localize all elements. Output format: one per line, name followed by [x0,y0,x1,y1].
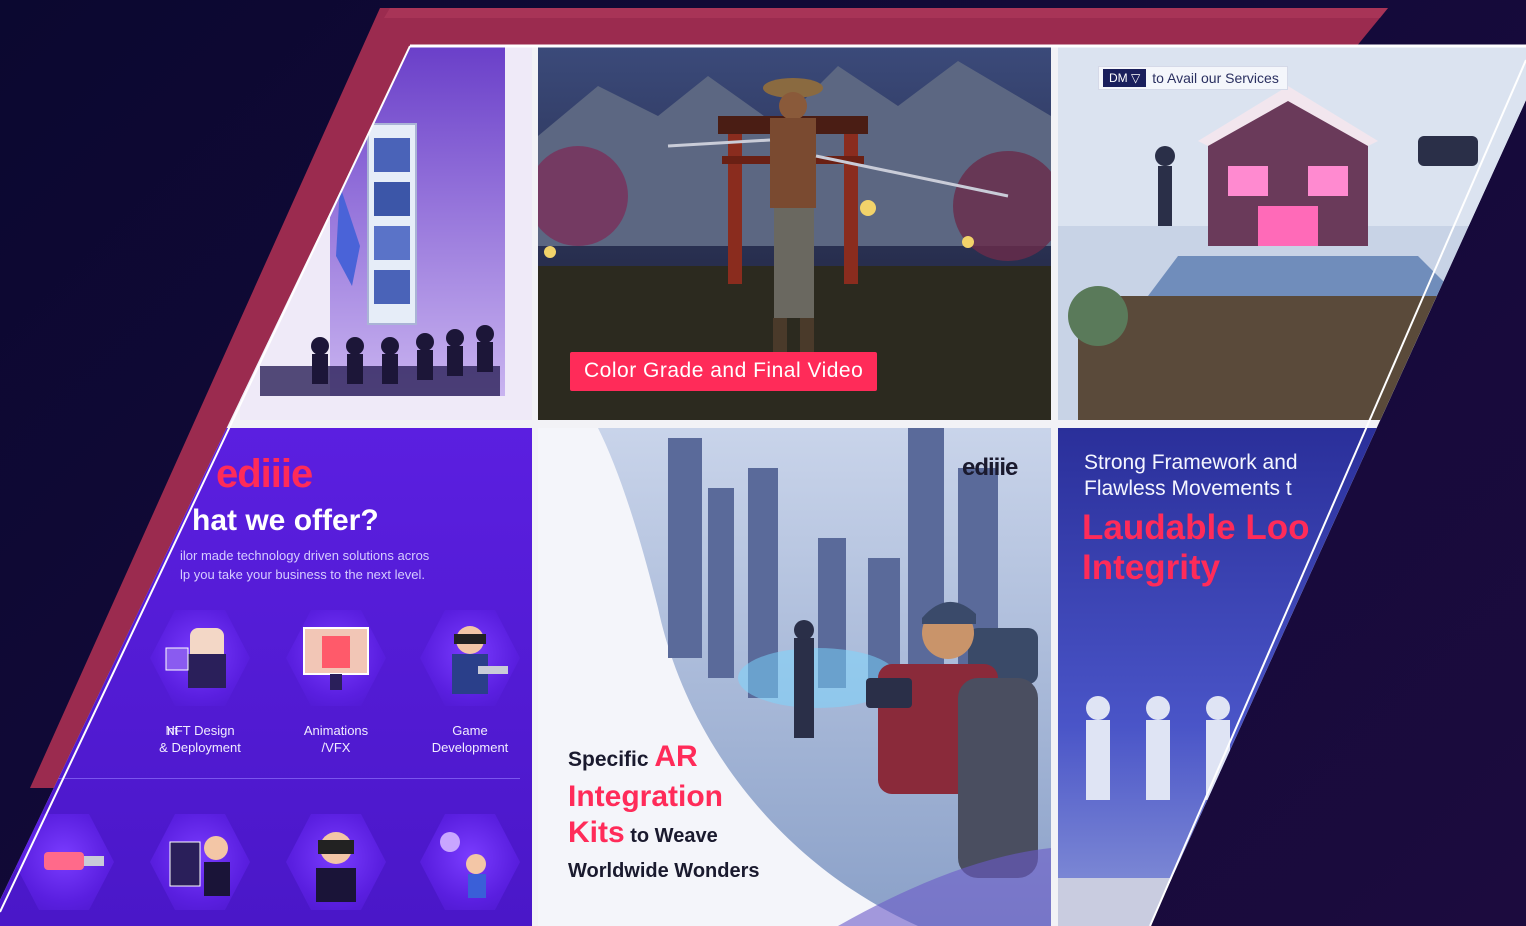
collage-stage: Color Grade and Final Video DM ▽ to Avai… [0,0,1526,926]
frame-border [0,44,1526,926]
